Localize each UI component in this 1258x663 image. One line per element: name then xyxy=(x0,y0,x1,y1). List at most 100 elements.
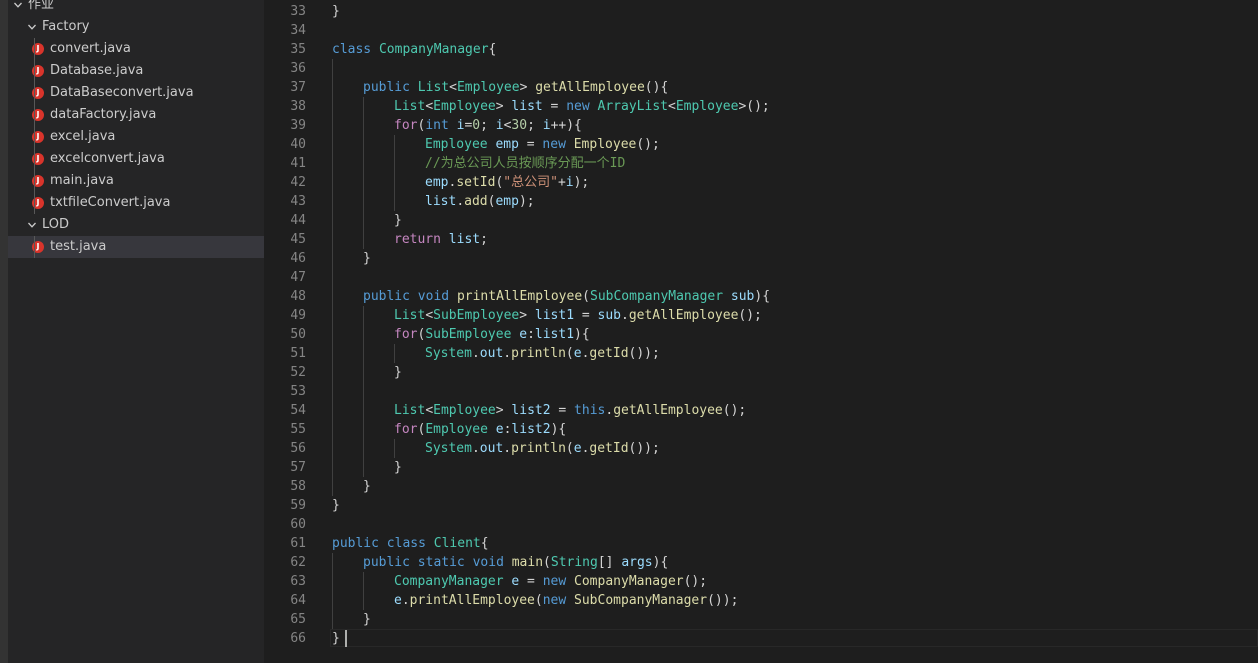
code-token: = xyxy=(574,308,598,323)
code-token: printAllEmployee xyxy=(409,593,535,608)
indent-guide xyxy=(332,553,333,572)
code-token: int xyxy=(425,118,449,133)
explorer-sidebar: 作业 Factory Jconvert.java J Database.java J Dat… xyxy=(8,0,264,663)
code-line[interactable]: 48 public void printAllEmployee(SubCompan… xyxy=(264,287,1258,306)
code-line[interactable]: 61 public class Client{ xyxy=(264,534,1258,553)
code-line[interactable]: 64 e.printAllEmployee(new SubCompanyManag… xyxy=(264,591,1258,610)
code-line[interactable]: 54 List<Employee> list2 = this.getAllEmpl… xyxy=(264,401,1258,420)
code-token: List xyxy=(394,403,426,418)
indent-guide xyxy=(332,477,333,496)
code-token: . xyxy=(605,403,614,418)
indent-guide xyxy=(363,211,364,230)
code-line[interactable]: 46} xyxy=(264,249,1258,268)
indent-guide xyxy=(363,591,364,610)
chevron-down-icon[interactable] xyxy=(24,214,40,236)
code-line[interactable]: 38 List<Employee> list = new ArrayList<Em… xyxy=(264,97,1258,116)
code-line[interactable]: 47 xyxy=(264,268,1258,287)
indent-guide xyxy=(363,97,364,116)
tree-folder-lod[interactable]: LOD xyxy=(8,214,264,236)
code-line[interactable]: 56 System.out.println(e.getId()); xyxy=(264,439,1258,458)
chevron-down-icon[interactable] xyxy=(24,16,40,38)
code-token: args xyxy=(621,555,653,570)
code-token: public xyxy=(363,289,410,304)
code-token: Employee xyxy=(675,99,739,114)
indent-guide xyxy=(332,211,333,230)
line-number: 48 xyxy=(290,289,306,304)
code-token: main xyxy=(511,555,544,570)
line-number: 62 xyxy=(290,555,306,570)
code-line[interactable]: 62 public static void main(String[] args)… xyxy=(264,553,1258,572)
code-line[interactable]: 40 Employee emp = new Employee(); xyxy=(264,135,1258,154)
code-line[interactable]: 41 //为总公司人员按顺序分配一个ID xyxy=(264,154,1258,173)
tree-file-main-java[interactable]: Jmain.java xyxy=(8,170,264,192)
tree-folder-root[interactable]: 作业 xyxy=(8,0,264,16)
code-line[interactable]: 59} xyxy=(264,496,1258,515)
indent-guide xyxy=(363,382,364,401)
indent-guide xyxy=(332,192,333,211)
code-line[interactable]: 51 System.out.println(e.getId()); xyxy=(264,344,1258,363)
code-token: 0 xyxy=(472,118,481,133)
code-line[interactable]: 49 List<SubEmployee> list1 = sub.getAllEm… xyxy=(264,306,1258,325)
code-token: emp xyxy=(495,194,519,209)
indent-guide xyxy=(332,230,333,249)
code-token: add xyxy=(464,194,488,209)
indent-guide xyxy=(363,420,364,439)
code-token: i xyxy=(542,118,551,133)
code-line[interactable]: 36 xyxy=(264,59,1258,78)
code-line[interactable]: 50 for(SubEmployee e:list1){ xyxy=(264,325,1258,344)
code-line[interactable]: 65} xyxy=(264,610,1258,629)
code-token: e xyxy=(573,441,582,456)
code-token: list xyxy=(448,232,481,247)
tree-file-txtfileconvert-java[interactable]: JtxtfileConvert.java xyxy=(8,192,264,214)
indent-guide xyxy=(394,173,395,192)
code-line[interactable]: 53 xyxy=(264,382,1258,401)
code-editor[interactable]: 33} 34 35 class CompanyManager{36 37 public L… xyxy=(264,0,1258,663)
line-number: 53 xyxy=(290,384,306,399)
code-token: ){ xyxy=(550,422,567,437)
code-line[interactable]: 43 list.add(emp); xyxy=(264,192,1258,211)
code-line[interactable]: 45 return list; xyxy=(264,230,1258,249)
code-line[interactable]: 63 CompanyManager e = new CompanyManager(… xyxy=(264,572,1258,591)
code-line[interactable]: 34 xyxy=(264,21,1258,40)
code-line[interactable]: 52} xyxy=(264,363,1258,382)
chevron-down-icon[interactable] xyxy=(10,0,26,16)
indent-guide xyxy=(363,173,364,192)
code-line[interactable]: 60 xyxy=(264,515,1258,534)
code-line[interactable]: 42 emp.setId("总公司"+i); xyxy=(264,173,1258,192)
code-token: + xyxy=(557,175,566,190)
tree-item-label: LOD xyxy=(42,217,70,232)
code-token: ); xyxy=(518,194,535,209)
code-token: list2 xyxy=(511,403,551,418)
code-line[interactable]: 33} xyxy=(264,2,1258,21)
code-line[interactable]: 37 public List<Employee> getAllEmployee()… xyxy=(264,78,1258,97)
tree-file-convert-java[interactable]: Jconvert.java xyxy=(8,38,264,60)
code-line[interactable]: 58} xyxy=(264,477,1258,496)
code-token: list1 xyxy=(534,308,575,323)
code-line[interactable]: 35 class CompanyManager{ xyxy=(264,40,1258,59)
tree-file-excel-java[interactable]: Jexcel.java xyxy=(8,126,264,148)
code-line[interactable]: 66} xyxy=(264,629,1258,648)
code-token: ( xyxy=(534,593,543,608)
tree-file-databaseconvert-java[interactable]: J DataBaseconvert.java xyxy=(8,82,264,104)
code-text: List<SubEmployee> list1 = sub.getAllEmpl… xyxy=(394,306,762,325)
code-line[interactable]: 57} xyxy=(264,458,1258,477)
code-line[interactable]: 39 for(int i=0; i<30; i++){ xyxy=(264,116,1258,135)
code-token: < xyxy=(425,308,434,323)
line-number: 44 xyxy=(290,213,306,228)
code-line[interactable]: 44} xyxy=(264,211,1258,230)
indent-guide xyxy=(394,344,395,363)
tree-file-excelconvert-java[interactable]: Jexcelconvert.java xyxy=(8,148,264,170)
tree-file-datafactory-java[interactable]: JdataFactory.java xyxy=(8,104,264,126)
code-token: out xyxy=(479,441,504,456)
code-text: emp.setId("总公司"+i); xyxy=(425,173,589,192)
tree-file-database-java[interactable]: J Database.java xyxy=(8,60,264,82)
indent-guide xyxy=(332,287,333,306)
tree-file-test-java[interactable]: Jtest.java xyxy=(8,236,264,258)
code-token: ){ xyxy=(652,555,669,570)
code-token: (); xyxy=(738,308,762,323)
tree-folder-factory[interactable]: Factory xyxy=(8,16,264,38)
code-line[interactable]: 55 for(Employee e:list2){ xyxy=(264,420,1258,439)
indent-guide xyxy=(363,135,364,154)
